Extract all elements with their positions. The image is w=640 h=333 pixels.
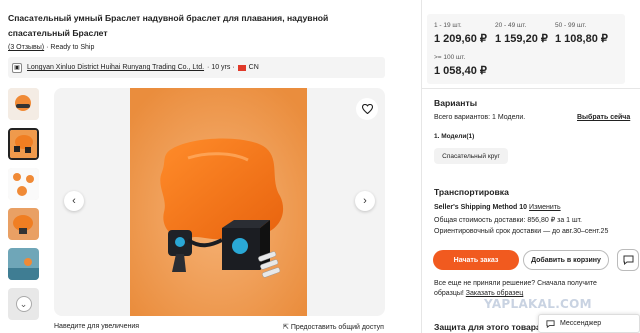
favorite-button[interactable]	[356, 98, 378, 120]
watermark: YAPLAKAL.COM	[484, 297, 592, 311]
cn-flag-icon	[237, 64, 246, 71]
tier-price: 1 108,80 ₽	[555, 33, 608, 45]
supplier-country: CN	[248, 64, 259, 71]
zoom-hint: Наведите для увеличения	[54, 323, 140, 330]
prev-image-button[interactable]: ‹	[64, 191, 84, 211]
variant-option-chip[interactable]: Спасательный круг	[434, 148, 508, 164]
column-divider	[421, 0, 422, 333]
thumbnail-strip: ⌄	[8, 88, 40, 328]
product-title: Спасательный умный Браслет надувной брас…	[8, 13, 329, 38]
next-image-button[interactable]: ›	[355, 191, 375, 211]
order-sample-link[interactable]: Заказать образец	[466, 290, 524, 297]
thumbnail[interactable]	[8, 248, 39, 280]
shipping-eta: Ориентировочный срок доставки — до авг.3…	[434, 228, 609, 235]
shipping-method: Seller's Shipping Method 10	[434, 204, 528, 211]
model-label: 1. Модели(1)	[434, 133, 475, 140]
thumbnail[interactable]	[8, 208, 39, 240]
thumbnail-scroll[interactable]: ⌄	[8, 288, 39, 320]
supplier-years: · 10 yrs ·	[207, 64, 235, 71]
thumbnail-selected[interactable]	[8, 128, 39, 160]
shipping-method-row: Seller's Shipping Method 10 Изменить	[434, 204, 561, 211]
price-tier: 20 - 49 шт. 1 159,20 ₽	[495, 22, 548, 45]
supplier-name-link[interactable]: Longyan Xinluo District Huihai Runyang T…	[27, 64, 204, 71]
shipping-cost: Общая стоимость доставки: 856,80 ₽ за 1 …	[434, 217, 582, 224]
product-meta: (3 Отзывы) · Ready to Ship	[8, 44, 94, 51]
thumbnail[interactable]	[8, 88, 39, 120]
heart-icon	[361, 104, 373, 114]
start-order-button[interactable]: Начать заказ	[433, 250, 519, 270]
chat-icon	[623, 255, 633, 265]
add-to-cart-button[interactable]: Добавить в корзину	[523, 250, 609, 270]
messenger-icon	[546, 319, 555, 328]
tier-price: 1 058,40 ₽	[434, 65, 487, 77]
ready-to-ship: · Ready to Ship	[46, 44, 95, 51]
reviews-link[interactable]: (3 Отзывы)	[8, 44, 44, 51]
section-divider	[421, 88, 640, 89]
tier-price: 1 159,20 ₽	[495, 33, 548, 45]
main-gallery: ‹ ›	[54, 88, 385, 316]
variants-total: Всего вариантов: 1 Модели.	[434, 114, 526, 121]
messenger-button[interactable]: Мессенджер	[538, 314, 640, 333]
thumbnail[interactable]	[8, 168, 39, 200]
change-shipping-link[interactable]: Изменить	[529, 204, 561, 211]
sample-text-2: образцы! Заказать образец	[434, 290, 524, 297]
tier-price: 1 209,60 ₽	[434, 33, 487, 45]
choose-variant-link[interactable]: Выбрать сейча	[577, 114, 630, 121]
share-link[interactable]: ⇱ Предоставить общий доступ	[283, 323, 384, 331]
share-icon: ⇱	[283, 324, 289, 331]
chevron-left-icon: ‹	[72, 195, 76, 207]
price-tier: 50 - 99 шт. 1 108,80 ₽	[555, 22, 608, 45]
shipping-heading: Транспортировка	[434, 187, 509, 197]
sample-text: Все еще не приняли решение? Сначала полу…	[434, 280, 597, 287]
protection-heading: Защита для этого товара	[434, 322, 541, 332]
chevron-right-icon: ›	[363, 195, 367, 207]
price-tiers: 1 - 19 шт. 1 209,60 ₽ 20 - 49 шт. 1 159,…	[427, 14, 625, 84]
supplier-logo-icon: ▣	[12, 62, 22, 73]
chevron-down-icon[interactable]: ⌄	[15, 296, 32, 312]
variants-heading: Варианты	[434, 98, 478, 108]
supplier-bar: ▣ Longyan Xinluo District Huihai Runyang…	[8, 57, 385, 78]
product-image[interactable]	[130, 88, 307, 316]
price-tier: 1 - 19 шт. 1 209,60 ₽	[434, 22, 487, 45]
chat-button[interactable]	[617, 249, 639, 271]
price-tier: >= 100 шт. 1 058,40 ₽	[434, 54, 487, 77]
